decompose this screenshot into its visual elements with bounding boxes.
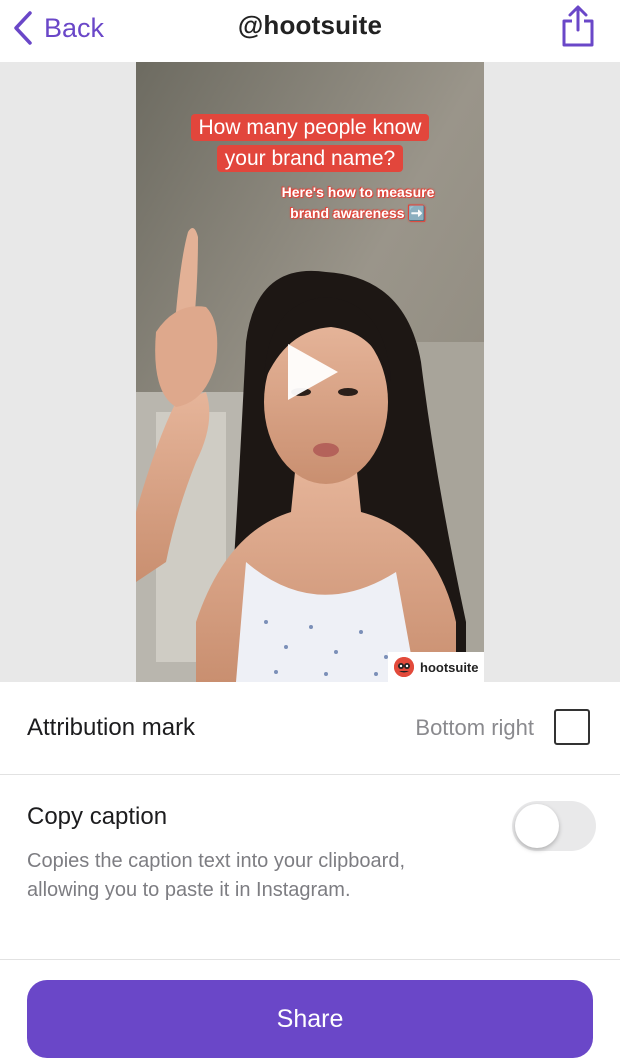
video-headline: How many people know your brand name? bbox=[174, 112, 446, 174]
play-icon[interactable] bbox=[282, 342, 342, 402]
copy-caption-label: Copy caption bbox=[27, 803, 168, 830]
video-thumbnail[interactable]: How many people know your brand name? He… bbox=[136, 62, 484, 682]
media-preview: How many people know your brand name? He… bbox=[0, 62, 620, 682]
share-button[interactable]: Share bbox=[27, 980, 593, 1058]
attribution-position-value[interactable]: Bottom right bbox=[415, 715, 534, 741]
hootsuite-owl-icon bbox=[394, 657, 414, 677]
attribution-mark-label: Attribution mark bbox=[27, 714, 196, 741]
share-upload-icon[interactable] bbox=[558, 4, 598, 48]
copy-caption-row: Copy caption Copies the caption text int… bbox=[0, 775, 620, 960]
toggle-knob bbox=[515, 804, 559, 848]
page-title: @hootsuite bbox=[237, 10, 383, 40]
attribution-mark-row: Attribution mark Bottom right bbox=[0, 682, 620, 775]
copy-caption-description: Copies the caption text into your clipbo… bbox=[27, 850, 405, 901]
video-subhead: Here's how to measure brand awareness ➡️ bbox=[281, 184, 435, 221]
copy-caption-toggle[interactable] bbox=[512, 801, 596, 851]
nav-header: Back @hootsuite bbox=[0, 0, 620, 62]
watermark-text: hootsuite bbox=[420, 659, 479, 675]
hootsuite-watermark: hootsuite bbox=[388, 652, 484, 682]
attribution-checkbox[interactable] bbox=[554, 709, 590, 745]
